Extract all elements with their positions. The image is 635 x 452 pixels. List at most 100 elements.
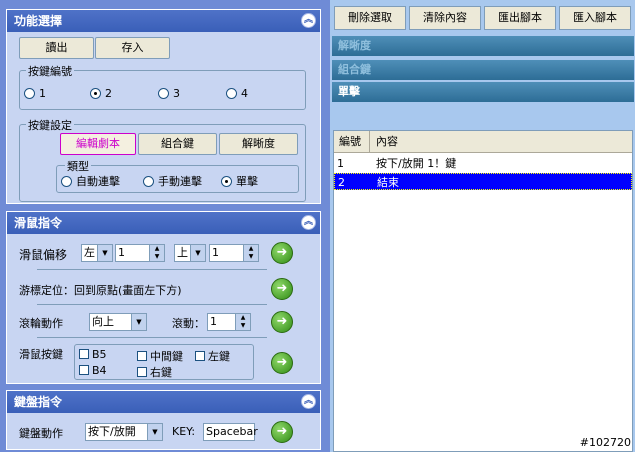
- mouse-offset-label: 滑鼠偏移: [19, 248, 68, 262]
- table-row[interactable]: 1 按下/放開 1！鍵: [334, 155, 632, 172]
- checkbox-b4[interactable]: B4: [79, 364, 107, 377]
- type-legend: 類型: [65, 158, 91, 174]
- wheel-action-label: 滾輪動作: [19, 317, 63, 330]
- import-script-button[interactable]: 匯入腳本: [559, 6, 631, 30]
- checkbox-left[interactable]: 左鍵: [195, 348, 230, 364]
- offset-x-spinner[interactable]: 1 ▲ ▼: [115, 244, 165, 262]
- checkbox-b5[interactable]: B5: [79, 348, 107, 361]
- checkbox-middle[interactable]: 中間鍵: [137, 348, 183, 364]
- go-arrow-icon[interactable]: ➜: [271, 311, 293, 333]
- spinner-icon[interactable]: ▲ ▼: [149, 245, 164, 261]
- spinner-icon[interactable]: ▲ ▼: [243, 245, 258, 261]
- dropdown-arrow-icon[interactable]: ▼: [131, 314, 146, 330]
- row-content: 結束: [377, 176, 399, 189]
- checkbox-icon: [79, 349, 89, 359]
- image-id-watermark: #102720: [579, 436, 631, 449]
- key-number-radio-4[interactable]: 4: [226, 87, 248, 100]
- checkbox-icon: [137, 367, 147, 377]
- row-content: 按下/放開 1！鍵: [376, 157, 457, 170]
- dropdown-arrow-icon[interactable]: ▼: [97, 245, 112, 261]
- mouse-panel-title: 滑鼠指令: [14, 216, 63, 230]
- go-arrow-icon[interactable]: ➜: [271, 242, 293, 264]
- tab-resolution[interactable]: 解晰度: [219, 133, 298, 155]
- type-radio-manual[interactable]: 手動連擊: [143, 173, 202, 189]
- collapse-chevrons-icon[interactable]: ︽: [301, 394, 316, 409]
- column-header-content[interactable]: 內容: [370, 131, 398, 153]
- divider: [37, 269, 267, 270]
- type-radio-auto[interactable]: 自動連擊: [61, 173, 120, 189]
- key-number-group: 按鍵編號 1 2 3 4: [19, 63, 306, 110]
- key-settings-legend: 按鍵設定: [26, 117, 74, 133]
- keyboard-action-label: 鍵盤動作: [19, 427, 63, 440]
- read-button[interactable]: 讀出: [19, 37, 94, 59]
- function-panel-body: 讀出 存入 按鍵編號 1 2 3 4 按鍵設定 編輯劇本 組合鍵 解晰度 類型 …: [7, 32, 320, 203]
- row-number: 1: [337, 157, 344, 170]
- radio-checked-icon: [221, 176, 232, 187]
- column-header-number[interactable]: 編號: [334, 131, 370, 153]
- function-panel: 功能選擇 ︽ 讀出 存入 按鍵編號 1 2 3 4 按鍵設定 編輯劇本 組合鍵 …: [6, 9, 321, 204]
- keyboard-action-select[interactable]: 按下/放開 ▼: [85, 423, 163, 441]
- checkbox-right[interactable]: 右鍵: [137, 364, 172, 380]
- key-label: KEY:: [172, 425, 196, 438]
- key-settings-group: 按鍵設定 編輯劇本 組合鍵 解晰度 類型 自動連擊 手動連擊 單擊: [19, 117, 306, 202]
- scroll-spinner[interactable]: 1 ▲ ▼: [207, 313, 251, 331]
- table-row-selected[interactable]: 2 結束: [334, 173, 632, 190]
- scroll-label: 滾動：: [172, 317, 205, 330]
- wheel-direction-select[interactable]: 向上 ▼: [89, 313, 147, 331]
- keyboard-panel-title: 鍵盤指令: [14, 395, 63, 409]
- script-list[interactable]: 編號 內容 1 按下/放開 1！鍵 2 結束: [333, 130, 633, 452]
- section-bar-resolution[interactable]: 解晰度: [332, 36, 634, 56]
- clear-content-button[interactable]: 清除內容: [409, 6, 481, 30]
- mouse-buttons-label: 滑鼠按鍵: [19, 348, 63, 361]
- delete-selected-button[interactable]: 刪除選取: [334, 6, 406, 30]
- go-arrow-icon[interactable]: ➜: [271, 352, 293, 374]
- offset-x-direction-select[interactable]: 左 ▼: [81, 244, 113, 262]
- radio-icon: [158, 88, 169, 99]
- spinner-icon[interactable]: ▲ ▼: [235, 314, 250, 330]
- function-panel-title: 功能選擇: [14, 14, 63, 28]
- divider: [37, 304, 267, 305]
- type-radio-single[interactable]: 單擊: [221, 173, 258, 189]
- radio-icon: [143, 176, 154, 187]
- cursor-position-label: 游標定位：回到原點(畫面左下方): [19, 284, 182, 297]
- export-script-button[interactable]: 匯出腳本: [484, 6, 556, 30]
- keyboard-panel-header[interactable]: 鍵盤指令 ︽: [7, 391, 320, 413]
- mouse-buttons-group: B5 中間鍵 左鍵 B4 右鍵: [74, 344, 254, 380]
- tab-edit-script[interactable]: 編輯劇本: [60, 133, 136, 155]
- section-bar-combo[interactable]: 組合鍵: [332, 60, 634, 80]
- go-arrow-icon[interactable]: ➜: [271, 421, 293, 443]
- divider: [37, 337, 267, 338]
- key-number-legend: 按鍵編號: [26, 63, 74, 79]
- key-number-radio-1[interactable]: 1: [24, 87, 46, 100]
- type-group: 類型 自動連擊 手動連擊 單擊: [56, 158, 299, 193]
- keyboard-panel-body: 鍵盤動作 按下/放開 ▼ KEY: Spacebar ➜: [7, 413, 320, 449]
- offset-y-spinner[interactable]: 1 ▲ ▼: [209, 244, 259, 262]
- checkbox-icon: [195, 351, 205, 361]
- mouse-panel-header[interactable]: 滑鼠指令 ︽: [7, 212, 320, 234]
- row-number: 2: [338, 176, 345, 189]
- go-arrow-icon[interactable]: ➜: [271, 278, 293, 300]
- key-number-radio-2[interactable]: 2: [90, 87, 112, 100]
- script-list-header: 編號 內容: [334, 131, 632, 153]
- dropdown-arrow-icon[interactable]: ▼: [147, 424, 162, 440]
- section-bar-single[interactable]: 單擊: [332, 82, 634, 102]
- function-panel-header[interactable]: 功能選擇 ︽: [7, 10, 320, 32]
- collapse-chevrons-icon[interactable]: ︽: [301, 215, 316, 230]
- mouse-panel: 滑鼠指令 ︽ 滑鼠偏移 左 ▼ 1 ▲ ▼ 上 ▼ 1 ▲ ▼ ➜ 游標定位：回…: [6, 211, 321, 384]
- collapse-chevrons-icon[interactable]: ︽: [301, 13, 316, 28]
- save-button[interactable]: 存入: [95, 37, 170, 59]
- keyboard-panel: 鍵盤指令 ︽ 鍵盤動作 按下/放開 ▼ KEY: Spacebar ➜: [6, 390, 321, 450]
- key-number-radio-3[interactable]: 3: [158, 87, 180, 100]
- mouse-panel-body: 滑鼠偏移 左 ▼ 1 ▲ ▼ 上 ▼ 1 ▲ ▼ ➜ 游標定位：回到原點(畫面左下方…: [7, 234, 320, 383]
- tab-combo-keys[interactable]: 組合鍵: [138, 133, 217, 155]
- radio-icon: [24, 88, 35, 99]
- radio-icon: [226, 88, 237, 99]
- checkbox-icon: [79, 365, 89, 375]
- offset-y-direction-select[interactable]: 上 ▼: [174, 244, 206, 262]
- radio-checked-icon: [90, 88, 101, 99]
- key-input[interactable]: Spacebar: [203, 423, 258, 441]
- dropdown-arrow-icon[interactable]: ▼: [190, 245, 205, 261]
- radio-icon: [61, 176, 72, 187]
- checkbox-icon: [137, 351, 147, 361]
- left-column: 功能選擇 ︽ 讀出 存入 按鍵編號 1 2 3 4 按鍵設定 編輯劇本 組合鍵 …: [0, 0, 326, 452]
